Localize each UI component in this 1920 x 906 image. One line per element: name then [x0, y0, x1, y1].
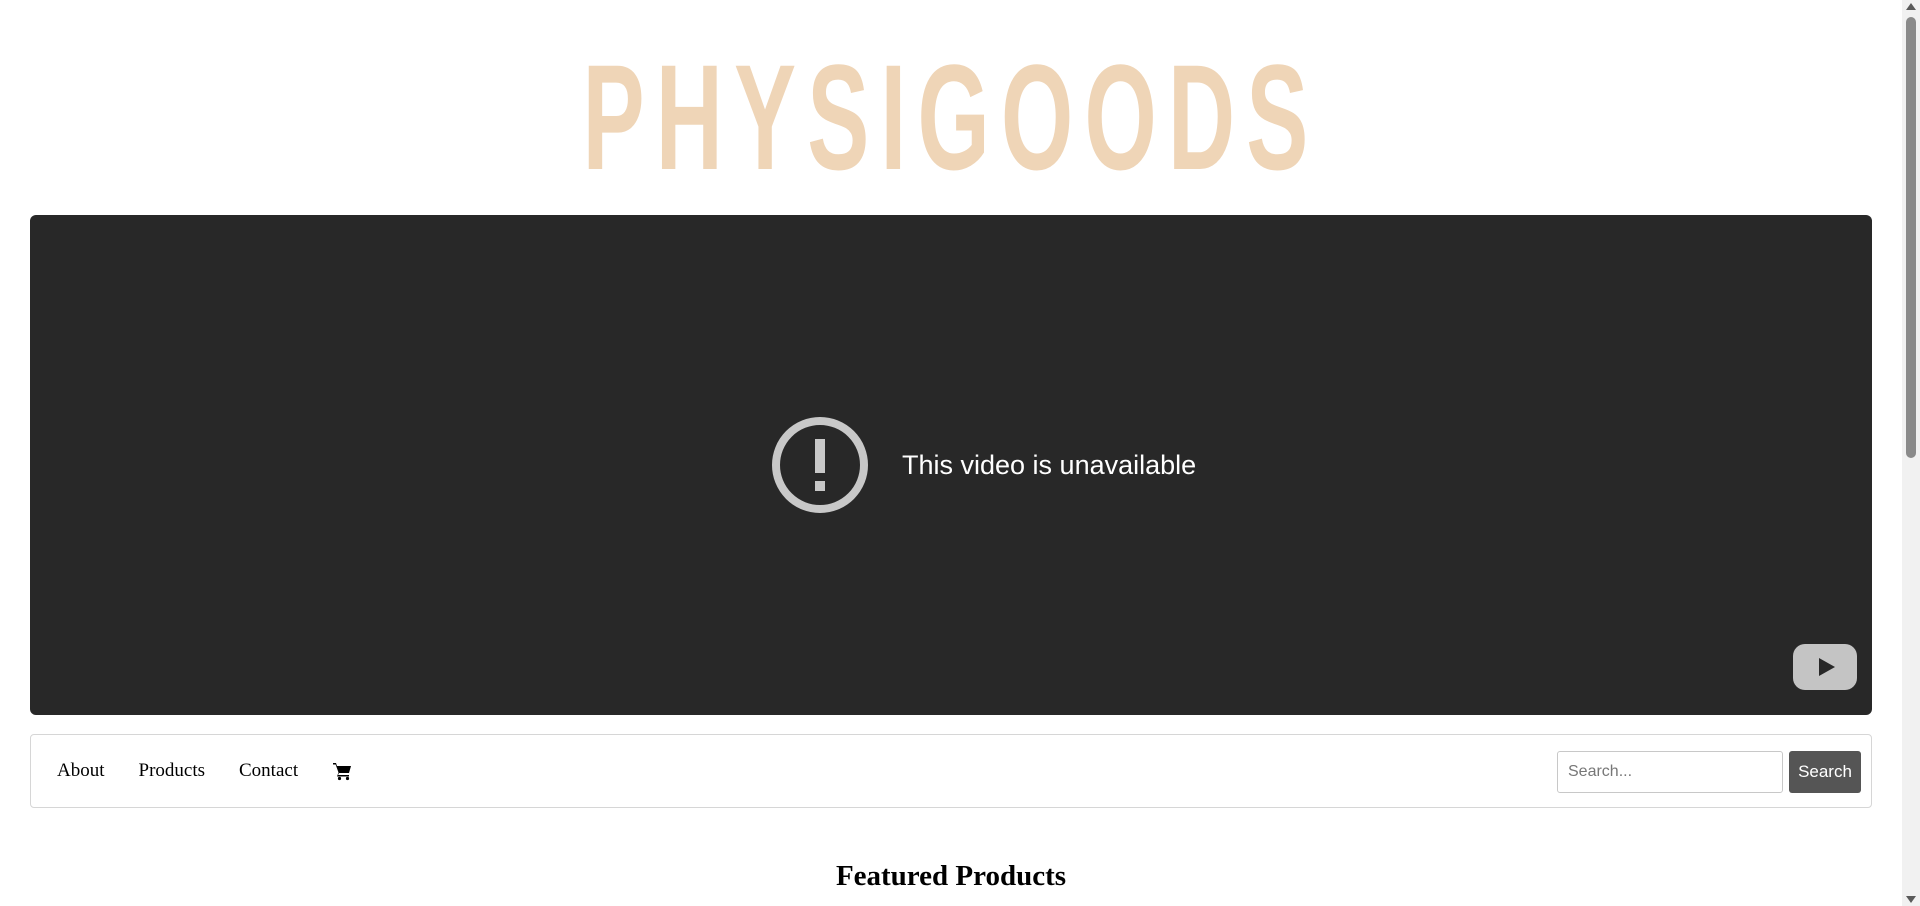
scroll-up-arrow-icon[interactable] [1906, 3, 1916, 10]
video-unavailable-text: This video is unavailable [902, 449, 1197, 480]
shopping-cart-icon[interactable] [332, 761, 352, 781]
site-logo[interactable]: PHYSIGOODS [361, 42, 1540, 192]
video-player[interactable]: This video is unavailable [30, 215, 1872, 715]
scroll-down-arrow-icon[interactable] [1906, 896, 1916, 903]
nav-links: About Products Contact [57, 735, 352, 807]
nav-link-about[interactable]: About [57, 760, 105, 782]
search-button[interactable]: Search [1789, 751, 1861, 793]
page: PHYSIGOODS This video is unavailable Abo… [0, 0, 1920, 906]
page-scrollbar[interactable] [1902, 0, 1920, 906]
scrollbar-thumb[interactable] [1906, 17, 1916, 458]
nav-link-contact[interactable]: Contact [239, 760, 298, 782]
nav-link-products[interactable]: Products [139, 760, 206, 782]
navbar: About Products Contact Search [30, 734, 1872, 808]
exclamation-circle-icon [772, 417, 868, 513]
search-input[interactable] [1557, 751, 1783, 793]
video-unavailable-message: This video is unavailable [770, 415, 1196, 515]
youtube-play-icon[interactable] [1793, 644, 1857, 690]
featured-products-heading: Featured Products [835, 860, 1067, 892]
search-form: Search [1557, 751, 1861, 793]
